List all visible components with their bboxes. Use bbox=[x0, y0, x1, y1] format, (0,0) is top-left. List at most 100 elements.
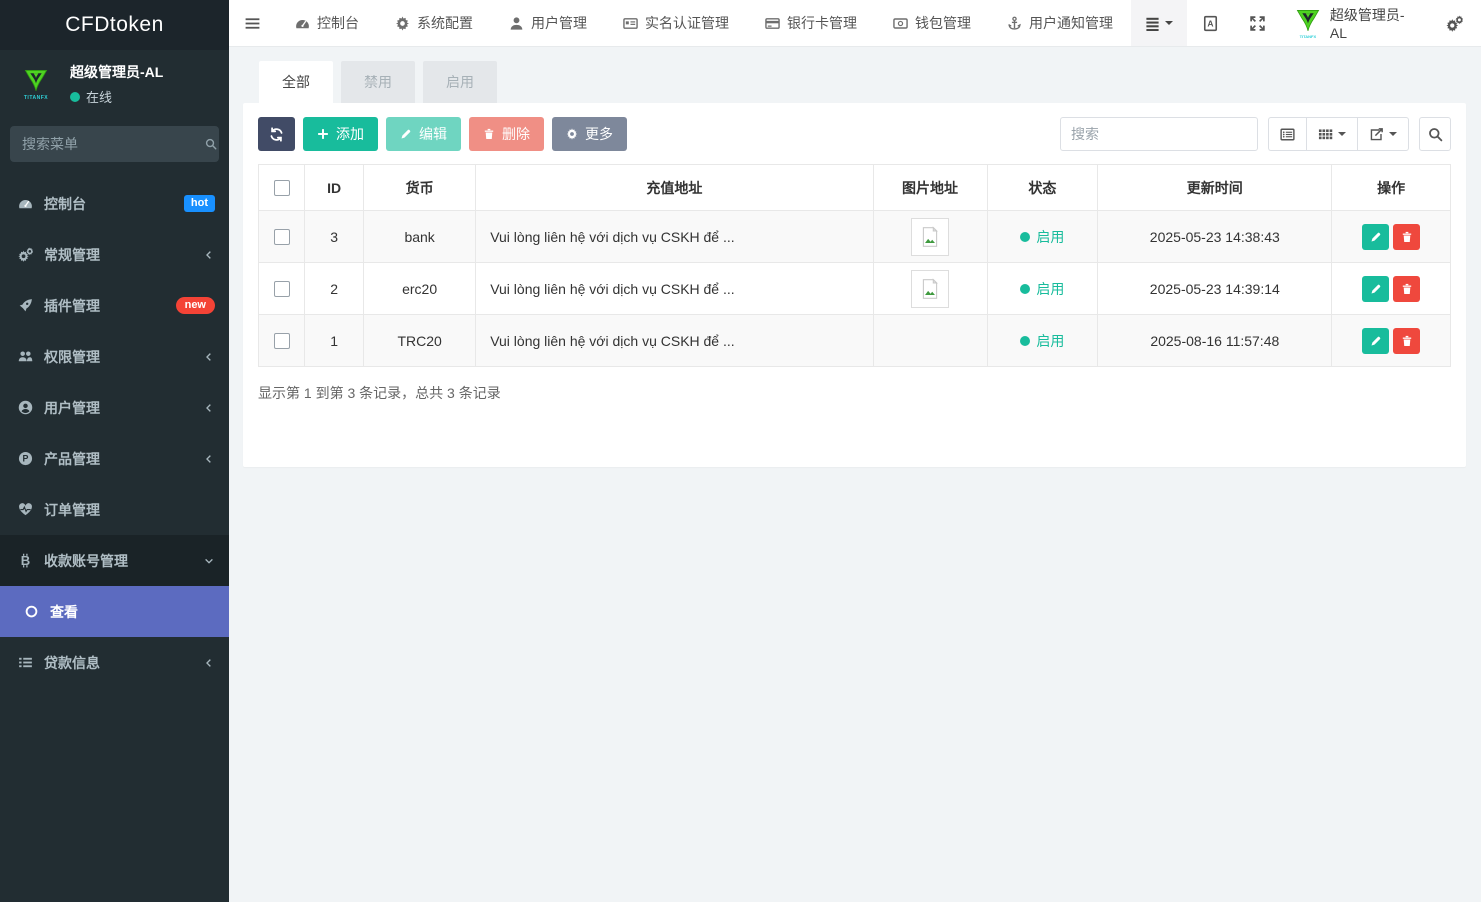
sidebar-item-常规管理[interactable]: 常规管理 bbox=[0, 229, 229, 280]
tab-启用[interactable]: 启用 bbox=[423, 61, 497, 103]
sidebar-item-查看[interactable]: 查看 bbox=[0, 586, 229, 637]
image-thumbnail[interactable] bbox=[911, 269, 950, 308]
list-menu-icon bbox=[1145, 16, 1160, 31]
navbar-right: A TITANFX 超级管理员-AL bbox=[1131, 0, 1481, 46]
export-icon bbox=[1369, 127, 1384, 142]
trash-icon bbox=[1401, 335, 1413, 347]
gears-icon bbox=[18, 247, 33, 262]
sidebar-search-input[interactable] bbox=[20, 135, 205, 153]
sidebar-item-产品管理[interactable]: P 产品管理 bbox=[0, 433, 229, 484]
row-delete-button[interactable] bbox=[1393, 223, 1421, 250]
fullscreen-icon[interactable] bbox=[1234, 0, 1281, 46]
column-header[interactable]: ID bbox=[304, 164, 365, 211]
rocket-icon bbox=[18, 298, 33, 313]
column-header[interactable]: 状态 bbox=[986, 164, 1099, 211]
topnav-item-钱包管理[interactable]: 钱包管理 bbox=[875, 0, 989, 46]
settings-cogs-icon[interactable] bbox=[1431, 0, 1481, 46]
delete-button[interactable]: 删除 bbox=[469, 117, 544, 151]
cell-currency: bank bbox=[363, 210, 477, 263]
tab-禁用[interactable]: 禁用 bbox=[341, 61, 415, 103]
topnav-item-控制台[interactable]: 控制台 bbox=[277, 0, 377, 46]
topnav-item-用户通知管理[interactable]: 用户通知管理 bbox=[989, 0, 1131, 46]
cell-updated: 2025-05-23 14:38:43 bbox=[1097, 210, 1333, 263]
more-button[interactable]: 更多 bbox=[552, 117, 627, 151]
brand-title: CFDtoken bbox=[65, 13, 164, 36]
svg-text:B: B bbox=[21, 553, 30, 568]
sidebar-item-label: 订单管理 bbox=[44, 501, 100, 518]
advanced-search-button[interactable] bbox=[1419, 117, 1451, 151]
table-body: 3 bank Vui lòng liên hệ với dịch vụ CSKH đ… bbox=[257, 210, 1451, 367]
row-edit-button[interactable] bbox=[1362, 327, 1390, 354]
topnav-item-银行卡管理[interactable]: 银行卡管理 bbox=[747, 0, 875, 46]
cell-actions bbox=[1331, 314, 1451, 367]
navbar-user-menu[interactable]: TITANFX 超级管理员-AL bbox=[1281, 0, 1431, 46]
topnav-item-用户管理[interactable]: 用户管理 bbox=[491, 0, 605, 46]
cell-status: 启用 bbox=[986, 262, 1099, 315]
navbar-avatar-logo-text: TITANFX bbox=[1299, 34, 1317, 39]
tab-全部[interactable]: 全部 bbox=[259, 61, 333, 103]
row-edit-button[interactable] bbox=[1362, 275, 1390, 302]
row-delete-button[interactable] bbox=[1393, 275, 1421, 302]
topnav-item-实名认证管理[interactable]: 实名认证管理 bbox=[605, 0, 747, 46]
column-header[interactable]: 充值地址 bbox=[475, 164, 874, 211]
sidebar-item-label: 收款账号管理 bbox=[44, 552, 128, 569]
language-switch-icon[interactable]: A bbox=[1187, 0, 1234, 46]
sidebar-item-label: 用户管理 bbox=[44, 399, 100, 416]
row-delete-button[interactable] bbox=[1393, 327, 1421, 354]
detail-view-button[interactable] bbox=[1268, 117, 1306, 151]
cell-currency: erc20 bbox=[363, 262, 477, 315]
table-header-row: ID 货币 充值地址 图片地址 状态 更新时间 操作 bbox=[257, 164, 1451, 211]
cell-currency: TRC20 bbox=[363, 314, 477, 367]
sidebar-item-权限管理[interactable]: 权限管理 bbox=[0, 331, 229, 382]
row-checkbox[interactable] bbox=[273, 333, 290, 350]
cell-id: 2 bbox=[304, 262, 365, 315]
table-search-input[interactable] bbox=[1060, 117, 1258, 151]
row-select-cell bbox=[257, 314, 306, 367]
column-header[interactable]: 操作 bbox=[1331, 164, 1451, 211]
sidebar-item-订单管理[interactable]: 订单管理 bbox=[0, 484, 229, 535]
user-circle-icon bbox=[18, 400, 33, 415]
caret-down-icon bbox=[1389, 132, 1397, 136]
row-select-cell bbox=[257, 210, 306, 263]
list-icon bbox=[18, 655, 33, 670]
sidebar-item-label: 贷款信息 bbox=[44, 654, 100, 671]
topnav-item-label: 用户管理 bbox=[531, 15, 587, 31]
cell-status: 启用 bbox=[986, 210, 1099, 263]
window-list-dropdown[interactable] bbox=[1131, 0, 1187, 46]
avatar: TITANFX bbox=[14, 62, 58, 106]
app-window: CFDtoken TITANFX 超级管理员-AL 在线 控制台 hot 常规管理插… bbox=[0, 0, 1481, 902]
sidebar-item-收款账号管理[interactable]: B 收款账号管理 bbox=[0, 535, 229, 586]
select-all-checkbox[interactable] bbox=[273, 180, 290, 197]
image-thumbnail[interactable] bbox=[911, 217, 950, 256]
top-navbar: 控制台 系统配置 用户管理 实名认证管理 银行卡管理 钱包管理 用户通知管理 A TITAN… bbox=[229, 0, 1481, 47]
refresh-button[interactable] bbox=[258, 117, 295, 151]
edit-button[interactable]: 编辑 bbox=[386, 117, 461, 151]
column-header[interactable]: 图片地址 bbox=[872, 164, 988, 211]
user-panel: TITANFX 超级管理员-AL 在线 bbox=[0, 50, 229, 116]
topnav-item-系统配置[interactable]: 系统配置 bbox=[377, 0, 491, 46]
svg-text:P: P bbox=[23, 454, 29, 464]
brand-logo[interactable]: CFDtoken bbox=[0, 0, 229, 50]
export-button[interactable] bbox=[1357, 117, 1409, 151]
topnav-item-label: 用户通知管理 bbox=[1029, 15, 1113, 31]
status-dot bbox=[1020, 335, 1031, 346]
pencil-icon bbox=[1370, 231, 1382, 243]
sidebar-item-控制台[interactable]: 控制台 hot bbox=[0, 178, 229, 229]
row-checkbox[interactable] bbox=[273, 229, 290, 246]
row-edit-button[interactable] bbox=[1362, 223, 1390, 250]
cell-actions bbox=[1331, 262, 1451, 315]
column-header[interactable]: 更新时间 bbox=[1097, 164, 1333, 211]
sidebar-item-用户管理[interactable]: 用户管理 bbox=[0, 382, 229, 433]
columns-button[interactable] bbox=[1306, 117, 1357, 151]
sidebar-item-贷款信息[interactable]: 贷款信息 bbox=[0, 637, 229, 688]
hamburger-menu-icon[interactable] bbox=[229, 15, 277, 32]
users-icon bbox=[18, 349, 33, 364]
status-label: 启用 bbox=[1036, 332, 1065, 349]
table-row: 3 bank Vui lòng liên hệ với dịch vụ CSKH đ… bbox=[257, 210, 1451, 263]
row-checkbox[interactable] bbox=[273, 281, 290, 298]
column-header[interactable]: 货币 bbox=[363, 164, 477, 211]
cell-address: Vui lòng liên hệ với dịch vụ CSKH để ... bbox=[475, 262, 874, 315]
add-button[interactable]: 添加 bbox=[303, 117, 378, 151]
sidebar-item-插件管理[interactable]: 插件管理 new bbox=[0, 280, 229, 331]
sidebar-badge: new bbox=[175, 297, 215, 314]
